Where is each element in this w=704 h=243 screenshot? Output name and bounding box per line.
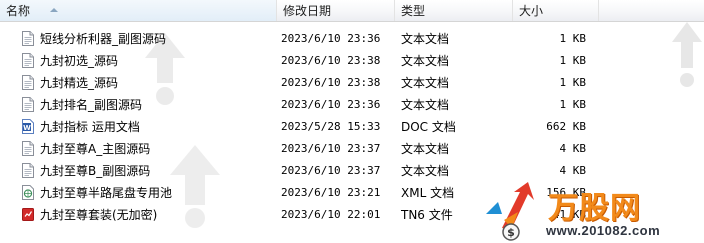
brand-url: www.201082.com: [546, 223, 661, 238]
text-file-icon: [22, 97, 34, 112]
file-row[interactable]: 九封排名_副图源码 2023/6/10 23:36 文本文档 1 KB: [0, 94, 704, 116]
file-row[interactable]: 九封至尊A_主图源码 2023/6/10 23:37 文本文档 4 KB: [0, 138, 704, 160]
file-type: 文本文档: [401, 54, 450, 68]
file-name: 短线分析利器_副图源码: [40, 32, 167, 46]
file-row[interactable]: 九封至尊B_副图源码 2023/6/10 23:37 文本文档 4 KB: [0, 160, 704, 182]
file-type: 文本文档: [401, 76, 450, 90]
text-file-icon: [22, 31, 34, 46]
xml-file-icon: [22, 185, 34, 200]
file-size: 1 KB: [559, 54, 587, 67]
file-date: 2023/6/10 23:36: [281, 98, 381, 111]
file-row[interactable]: W 九封指标 运用文档 2023/5/28 15:33 DOC 文档 662 K…: [0, 116, 704, 138]
column-header-size-label: 大小: [519, 4, 544, 18]
brand-arrow-icon: $: [486, 182, 534, 241]
text-file-icon: [22, 53, 34, 68]
file-type: TN6 文件: [401, 208, 453, 222]
file-name: 九封至尊B_副图源码: [40, 164, 151, 178]
file-size: 4 KB: [559, 164, 587, 177]
file-date: 2023/6/10 23:21: [281, 186, 381, 199]
file-type: 文本文档: [401, 142, 450, 156]
watermark-brand-logo: $ 万股网 www.201082.com: [478, 180, 704, 243]
text-file-icon: [22, 163, 34, 178]
file-size: 1 KB: [559, 76, 587, 89]
file-name: 九封精选_源码: [40, 76, 119, 90]
text-file-icon: [22, 75, 34, 90]
file-name: 九封初选_源码: [40, 54, 119, 68]
word-doc-icon: W: [22, 119, 34, 134]
column-header-bar: 名称 修改日期 类型 大小: [0, 0, 704, 22]
file-date: 2023/6/10 23:37: [281, 164, 381, 177]
file-type: XML 文档: [401, 186, 455, 200]
column-header-type[interactable]: 类型: [395, 0, 513, 21]
file-date: 2023/6/10 23:38: [281, 54, 381, 67]
file-size: 1 KB: [559, 32, 587, 45]
column-header-date[interactable]: 修改日期: [277, 0, 395, 21]
file-row[interactable]: 九封初选_源码 2023/6/10 23:38 文本文档 1 KB: [0, 50, 704, 72]
file-size: 1 KB: [559, 98, 587, 111]
column-header-name[interactable]: 名称: [0, 0, 277, 21]
file-name: 九封至尊套装(无加密): [40, 208, 158, 222]
text-file-icon: [22, 141, 34, 156]
file-row[interactable]: 短线分析利器_副图源码 2023/6/10 23:36 文本文档 1 KB: [0, 28, 704, 50]
svg-text:$: $: [507, 226, 515, 239]
file-type: 文本文档: [401, 98, 450, 112]
file-type: 文本文档: [401, 32, 450, 46]
file-row[interactable]: 九封精选_源码 2023/6/10 23:38 文本文档 1 KB: [0, 72, 704, 94]
column-header-size[interactable]: 大小: [513, 0, 599, 21]
column-header-date-label: 修改日期: [283, 4, 332, 18]
file-name: 九封指标 运用文档: [40, 120, 140, 134]
file-date: 2023/5/28 15:33: [281, 120, 381, 133]
file-explorer-window: 名称 修改日期 类型 大小 短线分析利器_副图源码 2023/6/10 23:3…: [0, 0, 704, 243]
file-date: 2023/6/10 23:38: [281, 76, 381, 89]
file-date: 2023/6/10 23:36: [281, 32, 381, 45]
column-header-type-label: 类型: [401, 4, 426, 18]
sort-ascending-icon: [50, 8, 58, 12]
brand-name: 万股网: [548, 191, 641, 226]
file-type: DOC 文档: [401, 120, 456, 134]
file-date: 2023/6/10 23:37: [281, 142, 381, 155]
tn6-file-icon: [22, 207, 34, 222]
file-type: 文本文档: [401, 164, 450, 178]
file-name: 九封至尊A_主图源码: [40, 142, 151, 156]
file-name: 九封排名_副图源码: [40, 98, 143, 112]
svg-text:W: W: [23, 124, 31, 132]
file-name: 九封至尊半路尾盘专用池: [40, 186, 173, 200]
file-size: 662 KB: [546, 120, 586, 133]
column-header-name-label: 名称: [6, 4, 31, 18]
file-size: 4 KB: [559, 142, 587, 155]
file-date: 2023/6/10 22:01: [281, 208, 381, 221]
